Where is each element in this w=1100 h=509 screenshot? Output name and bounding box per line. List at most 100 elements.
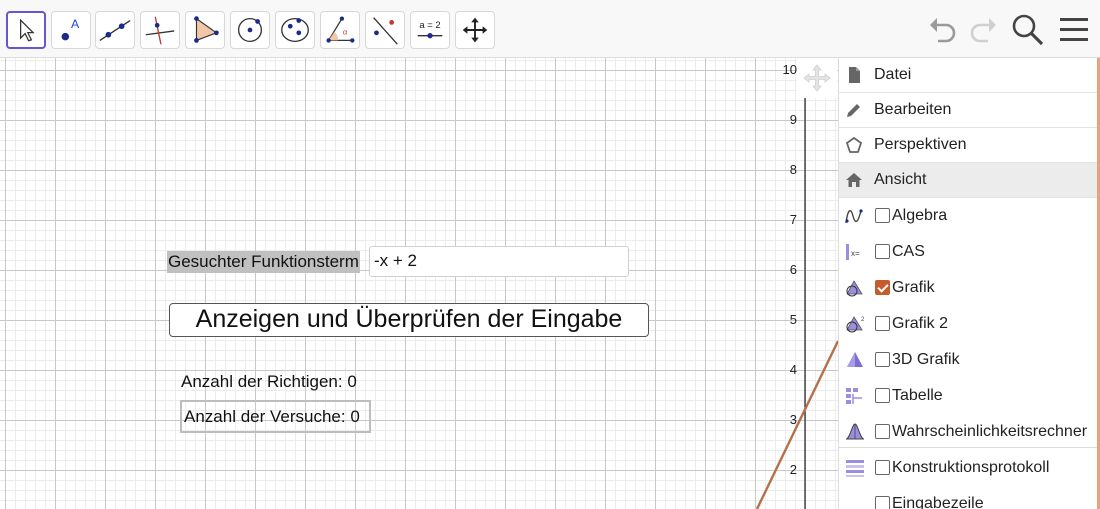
graphics2-view-icon: 2 <box>846 316 865 333</box>
circle-center-point-icon <box>237 17 263 43</box>
menu-item-label: Perspektiven <box>874 136 967 153</box>
view-label: Wahrscheinlichkeitsrechner <box>892 423 1088 440</box>
menu-item-view[interactable]: Ansicht <box>839 163 1098 198</box>
view-checkbox[interactable] <box>875 244 890 259</box>
line-tool-button[interactable] <box>95 11 135 49</box>
view-toggle-probability[interactable]: Wahrscheinlichkeitsrechner <box>839 414 1098 450</box>
redo-button[interactable] <box>964 12 1000 48</box>
point-icon: A <box>61 17 80 41</box>
y-tick-label: 8 <box>789 162 797 177</box>
view-checkbox[interactable] <box>875 496 890 509</box>
search-icon <box>1012 14 1044 46</box>
main-menu-panel: Datei Bearbeiten Perspektiven Ansicht Al… <box>838 58 1100 509</box>
menu-item-perspectives[interactable]: Perspektiven <box>839 128 1098 163</box>
graphics-drag-handle[interactable] <box>797 58 837 98</box>
menu-icon <box>1060 18 1088 41</box>
slider-icon: a = 2 <box>417 20 443 39</box>
polygon-icon <box>194 16 219 43</box>
spreadsheet-view-icon <box>846 388 862 404</box>
move-pointer-icon <box>20 18 35 42</box>
view-label: Eingabezeile <box>892 495 984 509</box>
view-toggle-construction-protocol[interactable]: Konstruktionsprotokoll <box>839 450 1098 486</box>
y-tick-label: 6 <box>789 262 797 277</box>
move-graphics-view-icon <box>462 17 488 43</box>
view-toggle-cas[interactable]: x= CAS <box>839 234 1098 270</box>
svg-text:α: α <box>343 28 348 37</box>
menu-item-edit[interactable]: Bearbeiten <box>839 93 1098 128</box>
view-toggle-input-bar[interactable]: Eingabezeile <box>839 486 1098 509</box>
correct-count-text: Anzahl der Richtigen: 0 <box>181 372 357 391</box>
move-arrows-icon <box>803 64 831 92</box>
y-tick-label: 7 <box>789 212 797 227</box>
function-term-input[interactable]: -x + 2 <box>369 246 629 277</box>
ellipse-icon <box>281 17 309 43</box>
view-toggle-spreadsheet[interactable]: Tabelle <box>839 378 1098 414</box>
view-checkbox[interactable] <box>875 424 890 439</box>
view-checkbox[interactable] <box>875 352 890 367</box>
graphics-view-icon <box>846 280 863 297</box>
menu-divider <box>839 447 1098 448</box>
view-label: Tabelle <box>892 387 943 404</box>
toolbar: A α a = 2 <box>0 0 1100 58</box>
move-tool-button[interactable] <box>6 11 46 49</box>
circle-tool-button[interactable] <box>230 11 270 49</box>
view-toggle-algebra[interactable]: Algebra <box>839 198 1098 234</box>
home-icon <box>846 173 862 187</box>
polygon-tool-button[interactable] <box>185 11 225 49</box>
view-toggle-graphics[interactable]: Grafik <box>839 270 1098 306</box>
view-checkbox[interactable] <box>875 460 890 475</box>
algebra-view-icon <box>845 209 863 224</box>
angle-tool-button[interactable]: α <box>320 11 360 49</box>
slider-tool-button[interactable]: a = 2 <box>410 11 450 49</box>
view-checkbox-checked[interactable] <box>875 280 890 295</box>
menu-item-file[interactable]: Datei <box>839 58 1098 93</box>
y-tick-label: 10 <box>782 62 797 77</box>
svg-text:A: A <box>71 17 80 31</box>
pencil-icon <box>847 104 860 117</box>
file-icon <box>849 67 860 83</box>
view-label: Grafik 2 <box>892 315 949 332</box>
slider-label: a = 2 <box>419 20 440 31</box>
view-label: CAS <box>892 243 925 260</box>
geogebra-app: A α a = 2 10 9 8 7 6 5 4 3 2 Gesuchter F… <box>0 0 1100 509</box>
check-input-button[interactable]: Anzeigen und Überprüfen der Eingabe <box>169 303 649 337</box>
main-menu-button[interactable] <box>1057 12 1093 48</box>
redo-icon <box>970 18 996 43</box>
angle-icon: α <box>326 16 355 43</box>
menu-item-label: Bearbeiten <box>874 101 952 118</box>
term-label: Gesuchter Funktionsterm <box>167 251 360 273</box>
view-checkbox[interactable] <box>875 208 890 223</box>
y-tick-label: 9 <box>789 112 797 127</box>
pentagon-icon <box>845 136 863 153</box>
view-label: Algebra <box>892 207 948 224</box>
ellipse-tool-button[interactable] <box>275 11 315 49</box>
undo-button[interactable] <box>926 12 962 48</box>
y-tick-label: 4 <box>789 362 797 377</box>
reflect-icon <box>373 17 398 45</box>
view-label: 3D Grafik <box>892 351 960 368</box>
search-button[interactable] <box>1010 12 1046 48</box>
perpendicular-line-icon <box>145 16 175 45</box>
reflect-tool-button[interactable] <box>365 11 405 49</box>
menu-item-label: Ansicht <box>874 171 927 188</box>
line-icon <box>99 19 131 41</box>
cas-view-icon: x= <box>846 244 860 260</box>
view-checkbox[interactable] <box>875 388 890 403</box>
3d-graphics-view-icon <box>847 352 863 367</box>
construction-protocol-icon <box>846 460 864 477</box>
attempts-count-text: Anzahl der Versuche: 0 <box>180 400 371 433</box>
y-tick-label: 3 <box>789 412 797 427</box>
view-toggle-3d-graphics[interactable]: 3D Grafik <box>839 342 1098 378</box>
view-checkbox[interactable] <box>875 316 890 331</box>
y-tick-label: 5 <box>789 312 797 327</box>
move-view-tool-button[interactable] <box>455 11 495 49</box>
function-graph-line[interactable] <box>755 340 840 509</box>
point-tool-button[interactable]: A <box>51 11 91 49</box>
view-label: Konstruktionsprotokoll <box>892 459 1050 476</box>
menu-item-label: Datei <box>874 66 912 83</box>
probability-view-icon <box>845 423 865 440</box>
view-label: Grafik <box>892 279 935 296</box>
svg-text:2: 2 <box>861 317 865 323</box>
view-toggle-graphics-2[interactable]: 2 Grafik 2 <box>839 306 1098 342</box>
perpendicular-tool-button[interactable] <box>140 11 180 49</box>
